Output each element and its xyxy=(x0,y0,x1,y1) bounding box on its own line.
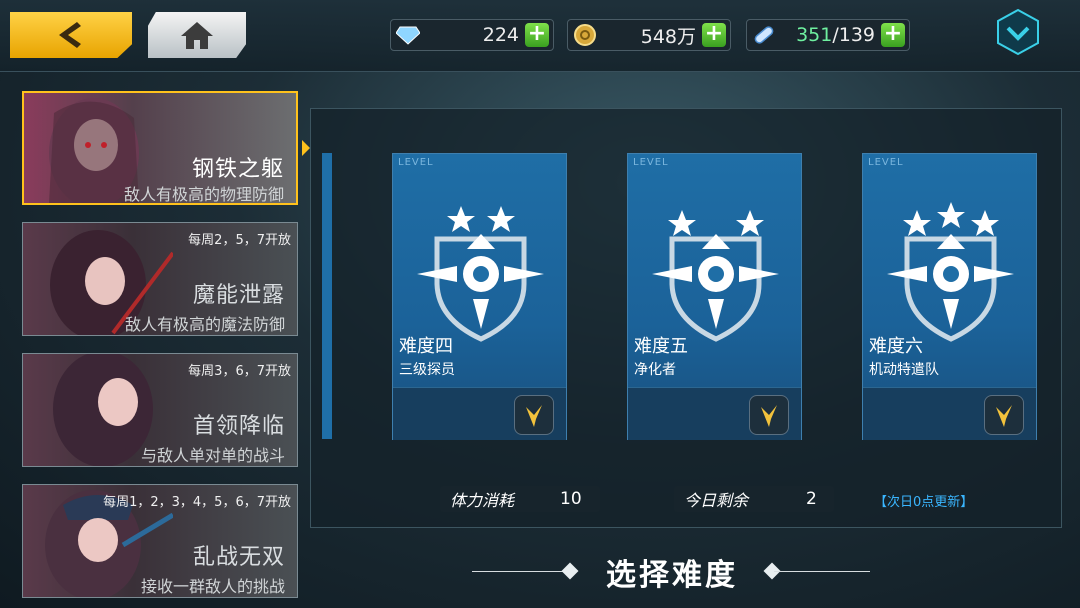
mode-title: 首领降临 xyxy=(192,414,285,439)
shield-emblem-icon xyxy=(652,210,779,342)
mode-description: 接收一群敌人的挑战 xyxy=(140,577,285,596)
add-coins-button[interactable]: + xyxy=(702,23,726,47)
level-tag: LEVEL xyxy=(398,157,434,168)
back-button[interactable] xyxy=(10,12,132,58)
home-button[interactable] xyxy=(148,12,246,58)
mode-description: 敌人有极高的魔法防御 xyxy=(124,315,285,334)
home-icon xyxy=(181,22,213,49)
remaining-stat: 今日剩余 2 xyxy=(674,486,834,512)
mode-schedule: 每周2，5，7开放 xyxy=(188,233,291,248)
level-tag: LEVEL xyxy=(868,157,904,168)
coin-icon xyxy=(572,22,598,48)
reward-bar xyxy=(863,387,1036,440)
mode-item-melee-warfare[interactable]: 每周1，2，3，4，5，6，7开放 乱战无双 接收一群敌人的挑战 xyxy=(22,484,298,598)
level-name: 难度五 xyxy=(634,336,688,357)
add-gems-button[interactable]: + xyxy=(525,23,549,47)
coin-value: 548万 xyxy=(640,25,696,48)
level-rank: 机动特遣队 xyxy=(869,362,939,378)
stamina-cost-value: 10 xyxy=(560,489,582,509)
level-tag: LEVEL xyxy=(633,157,669,168)
gem-icon xyxy=(395,22,421,48)
diamond-left-icon xyxy=(561,562,579,580)
level-rank: 三级探员 xyxy=(399,362,455,378)
reward-item[interactable] xyxy=(514,395,554,435)
remaining-value: 2 xyxy=(806,489,817,509)
mode-schedule: 每周3，6，7开放 xyxy=(188,364,291,379)
chevron-down-icon xyxy=(997,8,1039,56)
mode-item-boss-arrival[interactable]: 每周3，6，7开放 首领降临 与敌人单对单的战斗 xyxy=(22,353,298,467)
coin-counter: 548万 + xyxy=(567,19,731,51)
menu-button[interactable] xyxy=(994,8,1042,56)
stamina-value: 351/139 xyxy=(777,24,881,46)
mode-description: 与敌人单对单的战斗 xyxy=(140,446,285,465)
divider-right xyxy=(774,571,870,572)
stamina-counter: 351/139 + xyxy=(746,19,910,51)
level-card-5[interactable]: LEVEL 难度五 净化者 xyxy=(627,153,802,440)
mode-description: 敌人有极高的物理防御 xyxy=(123,185,284,204)
reward-bar xyxy=(628,387,801,440)
level-rank: 净化者 xyxy=(634,362,676,378)
add-stamina-button[interactable]: + xyxy=(881,23,905,47)
mode-item-steel-body[interactable]: 钢铁之躯 敌人有极高的物理防御 xyxy=(22,91,298,205)
mode-title: 钢铁之躯 xyxy=(191,157,284,182)
stamina-cost-label: 体力消耗 xyxy=(450,491,515,510)
reward-item[interactable] xyxy=(749,395,789,435)
select-difficulty-title: 选择难度 xyxy=(606,558,738,593)
stamina-pill-icon xyxy=(751,22,777,48)
stamina-current: 351 xyxy=(796,24,833,46)
mode-schedule: 每周1，2，3，4，5，6，7开放 xyxy=(103,495,291,510)
remaining-label: 今日剩余 xyxy=(684,491,749,510)
gold-wing-icon xyxy=(996,405,1012,427)
level-name: 难度六 xyxy=(869,336,923,357)
top-bar: 224 + 548万 + 351/139 + xyxy=(0,0,1080,72)
gold-wing-icon xyxy=(761,405,777,427)
level-name: 难度四 xyxy=(399,336,453,357)
mode-title: 魔能泄露 xyxy=(192,283,285,308)
mode-title: 乱战无双 xyxy=(192,545,285,570)
gold-wing-icon xyxy=(526,405,542,427)
shield-emblem-icon xyxy=(417,206,544,342)
back-arrow-icon xyxy=(59,22,81,48)
stamina-max: /139 xyxy=(832,24,875,46)
stamina-cost-stat: 体力消耗 10 xyxy=(440,486,600,512)
shield-emblem-icon xyxy=(887,202,1014,342)
previous-card-edge[interactable] xyxy=(322,153,332,439)
level-card-4[interactable]: LEVEL 难度四 三级探员 xyxy=(392,153,567,440)
divider-left xyxy=(472,571,568,572)
reward-item[interactable] xyxy=(984,395,1024,435)
reward-bar xyxy=(393,387,566,440)
gem-counter: 224 + xyxy=(390,19,554,51)
refresh-note: 【次日0点更新】 xyxy=(874,495,974,510)
level-card-6[interactable]: LEVEL 难度六 机动特遣队 xyxy=(862,153,1037,440)
gem-value: 224 xyxy=(482,24,519,46)
mode-item-magic-leak[interactable]: 每周2，5，7开放 魔能泄露 敌人有极高的魔法防御 xyxy=(22,222,298,336)
selection-arrow-icon xyxy=(302,140,310,156)
